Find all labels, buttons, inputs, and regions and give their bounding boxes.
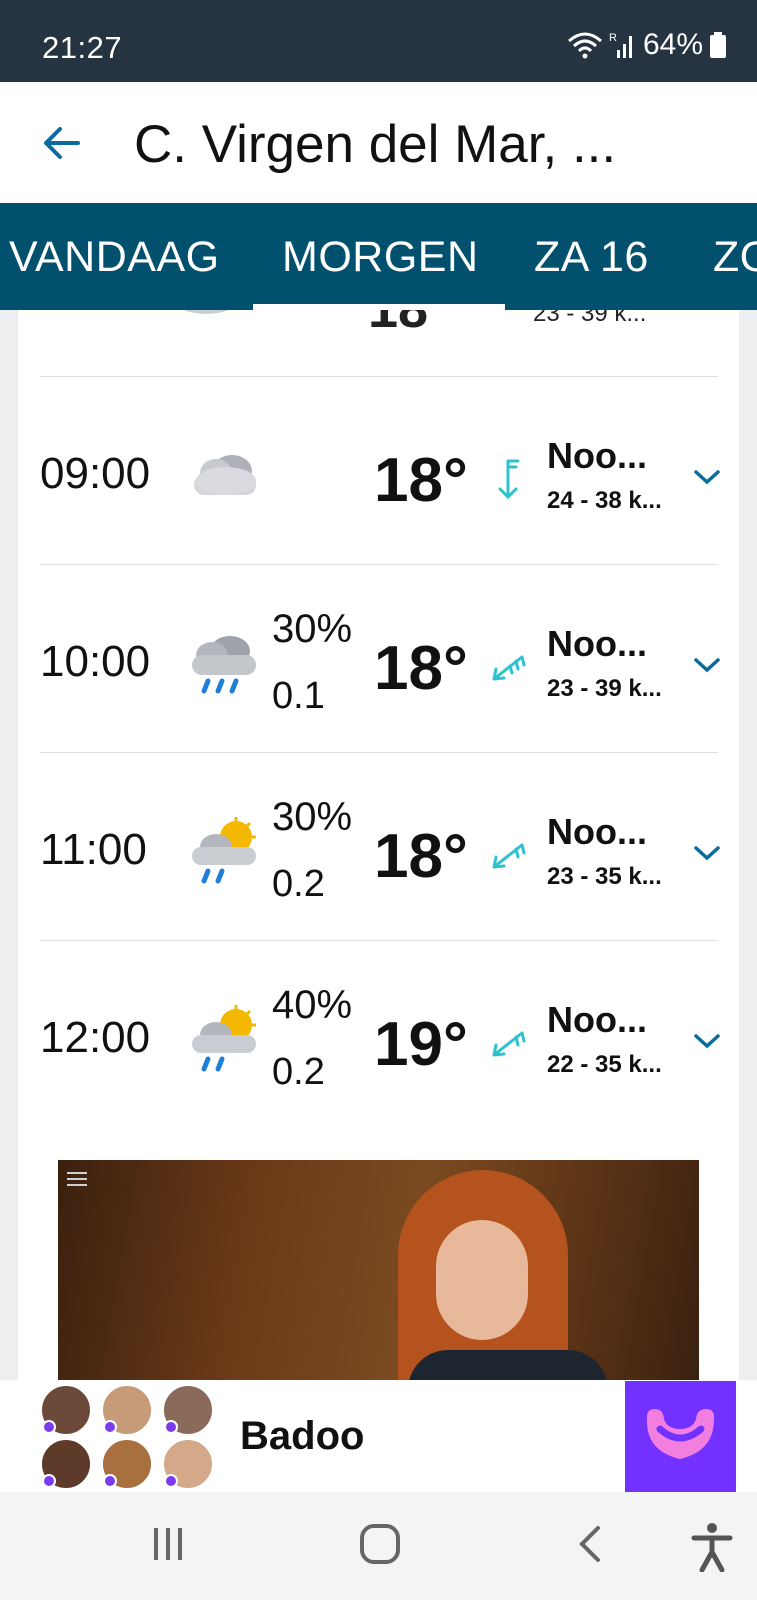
precip-probability: 40% (272, 983, 353, 1027)
partial-forecast-row: 18 23 - 39 k... (18, 310, 739, 358)
sun-rain-cloud-icon (192, 1005, 256, 1072)
location-pin-icon (103, 1474, 117, 1488)
forecast-temp: 18° (374, 822, 468, 891)
partial-temp: 18 (368, 310, 428, 340)
status-icons: R 64% (567, 28, 727, 62)
forecast-row[interactable]: 10:00 30% 0.1 18° Noo... 23 - 39 k... (40, 564, 720, 755)
ad-person-jacket (408, 1350, 608, 1380)
forecast-row[interactable]: 09:00 18° Noo... 24 - 38 k... (40, 376, 720, 567)
chevron-down-icon[interactable] (692, 655, 722, 675)
home-icon[interactable] (358, 1522, 402, 1566)
location-pin-icon (103, 1420, 117, 1434)
precip-amount: 0.1 (272, 675, 325, 717)
wind-speed: 23 - 39 k... (547, 675, 662, 702)
wind-speed: 23 - 35 k... (547, 863, 662, 890)
wind-direction: Noo... (547, 811, 647, 852)
tab-saturday[interactable]: ZA 16 (534, 233, 649, 282)
wind-arrow-icon (498, 459, 520, 500)
ad-image[interactable] (58, 1160, 699, 1380)
forecast-temp: 19° (374, 1010, 468, 1079)
tab-tomorrow[interactable]: MORGEN (282, 233, 479, 282)
wind-direction: Noo... (547, 999, 647, 1040)
forecast-time: 11:00 (40, 825, 147, 874)
precip-amount: 0.2 (272, 1051, 325, 1093)
forecast-time: 12:00 (40, 1013, 151, 1062)
menu-icon[interactable] (67, 1171, 87, 1187)
page-title: C. Virgen del Mar, ... (134, 115, 617, 174)
svg-text:R: R (609, 32, 617, 44)
forecast-row[interactable]: 11:00 30% 0.2 18° Noo... 23 - 35 k... (40, 752, 720, 943)
wind-direction: Noo... (547, 435, 647, 476)
tab-today[interactable]: VANDAAG (9, 233, 220, 282)
wind-direction: Noo... (547, 623, 647, 664)
wind-speed: 24 - 38 k... (547, 487, 662, 514)
ad-person-face (436, 1220, 528, 1340)
wifi-icon (567, 32, 602, 59)
app-bar: C. Virgen del Mar, ... (0, 82, 757, 203)
status-bar: 21:27 R 64% (0, 0, 757, 82)
ad-app-name: Badoo (240, 1414, 365, 1458)
battery-icon (710, 32, 726, 58)
battery-percent: 64% (642, 28, 703, 61)
wind-arrow-icon (492, 1031, 526, 1057)
hourly-forecast-list[interactable]: 18 23 - 39 k... 09:00 18° Noo... 24 - 38… (18, 310, 739, 1380)
cloudy-icon (194, 455, 256, 495)
accessibility-icon[interactable] (690, 1522, 734, 1572)
back-icon[interactable] (574, 1522, 606, 1566)
forecast-row[interactable]: 12:00 40% 0.2 19° Noo... 22 - 35 k... (40, 940, 720, 1131)
location-pin-icon (42, 1474, 56, 1488)
wind-arrow-icon (492, 843, 526, 869)
wind-speed: 22 - 35 k... (547, 1051, 662, 1078)
precip-probability: 30% (272, 795, 353, 839)
partial-wind-speed: 23 - 39 k... (533, 310, 647, 327)
chevron-down-icon[interactable] (692, 467, 722, 487)
chevron-down-icon[interactable] (692, 1031, 722, 1051)
precip-amount: 0.2 (272, 863, 325, 905)
ad-banner[interactable]: Badoo (0, 1380, 757, 1492)
forecast-temp: 18° (374, 446, 468, 515)
signal-icon: R (609, 32, 632, 58)
system-nav-bar (0, 1492, 757, 1600)
tab-sunday[interactable]: ZO (713, 233, 757, 282)
forecast-time: 10:00 (40, 637, 151, 686)
cloudy-icon (183, 310, 229, 314)
sun-rain-cloud-icon (192, 817, 256, 884)
badoo-logo-icon[interactable] (625, 1381, 736, 1492)
recent-apps-icon[interactable] (148, 1522, 188, 1566)
status-time: 21:27 (42, 30, 123, 65)
precip-probability: 30% (272, 607, 353, 651)
forecast-time: 09:00 (40, 449, 151, 498)
chevron-down-icon[interactable] (692, 843, 722, 863)
location-pin-icon (164, 1474, 178, 1488)
location-pin-icon (164, 1420, 178, 1434)
day-tabs: VANDAAG MORGEN ZA 16 ZO (0, 203, 757, 310)
rain-cloud-icon (192, 636, 256, 694)
location-pin-icon (42, 1420, 56, 1434)
forecast-temp: 18° (374, 634, 468, 703)
wind-arrow-icon (492, 655, 526, 681)
back-arrow-icon[interactable] (38, 120, 84, 166)
